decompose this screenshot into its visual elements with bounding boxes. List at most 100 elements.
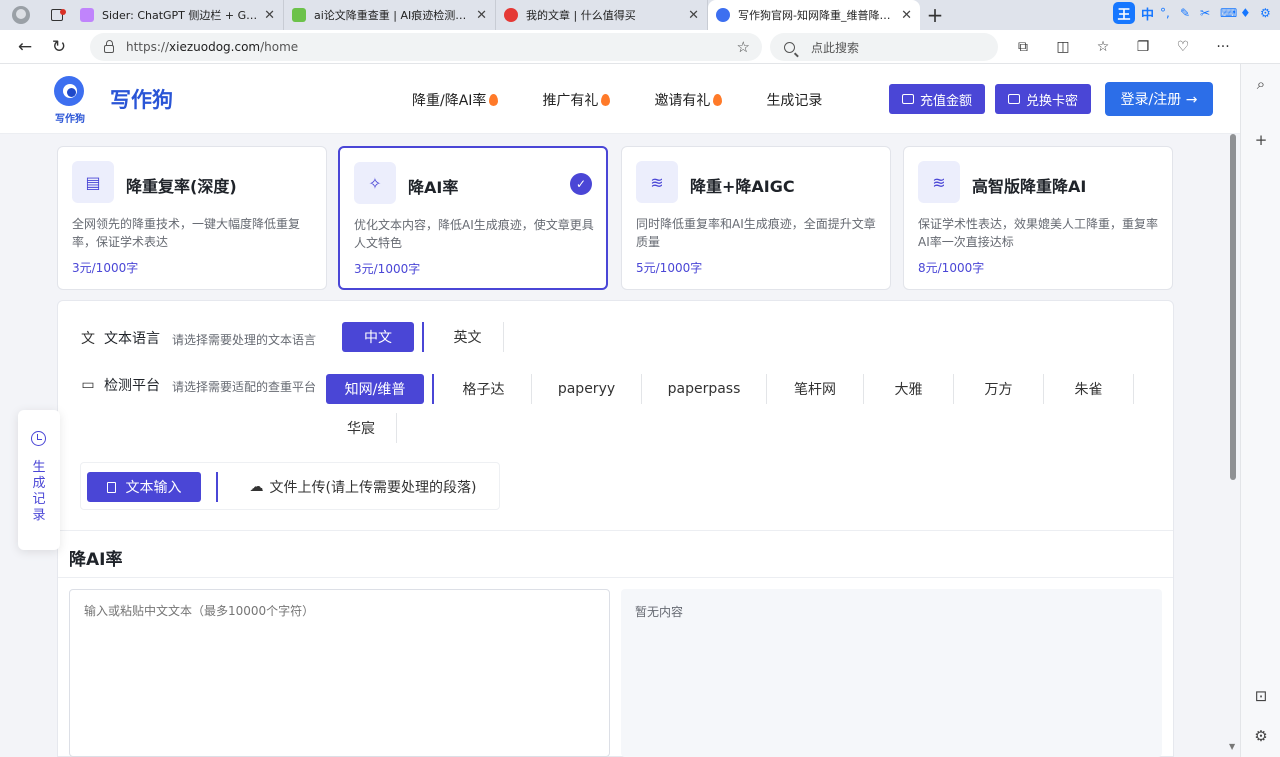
browser-toolbar-icons: ⧉ ◫ ☆ ❐ ♡ ··· [1010, 34, 1236, 60]
tab-actions-icon[interactable] [42, 4, 72, 26]
file-upload-button[interactable]: ☁ 文件上传(请上传需要处理的段落) [240, 472, 486, 502]
empty-result-text: 暂无内容 [635, 605, 684, 619]
pen-icon[interactable]: ✎ [1180, 7, 1194, 19]
browser-tab-xiezuodog[interactable]: 写作狗官网-知网降重_维普降重_ ✕ [708, 0, 920, 30]
language-option-zh[interactable]: 中文 [342, 322, 414, 352]
paper-favicon-icon [292, 8, 306, 22]
nav-reduce-ai[interactable]: 降重/降AI率 [412, 90, 499, 110]
service-card-dedup-deep[interactable]: ▤ 降重复率(深度) 全网领先的降重技术，一键大幅度降低重复率，保证学术表达 3… [57, 146, 327, 290]
keyboard-icon[interactable]: ⌨ [1220, 7, 1237, 19]
ime-extension-icon[interactable]: 王 [1112, 2, 1135, 24]
platform-option-paperpass[interactable]: paperpass [642, 374, 767, 404]
platform-option-huachen[interactable]: 华宸 [326, 413, 397, 443]
text-input-button[interactable]: 文本输入 [87, 472, 201, 502]
history-float-label: 生成记录 [32, 460, 46, 523]
close-tab-icon[interactable]: ✕ [476, 8, 487, 23]
url-field[interactable]: https://xiezuodog.com/home ☆ [90, 33, 762, 61]
close-tab-icon[interactable]: ✕ [901, 8, 912, 23]
site-logo[interactable]: 写作狗 [52, 74, 88, 125]
platform-option-wanfang[interactable]: 万方 [954, 374, 1044, 404]
browser-sidebar: ⌕ + ⊡ ⚙ [1240, 64, 1280, 757]
back-icon[interactable]: ← [8, 32, 42, 62]
fire-icon [489, 94, 499, 106]
more-menu-icon[interactable]: ··· [1210, 34, 1236, 60]
section-title: 降AI率 [69, 550, 123, 570]
platform-label: ▭ 检测平台 [81, 377, 160, 394]
result-panel: 暂无内容 [621, 589, 1162, 757]
brand-name[interactable]: 写作狗 [110, 84, 173, 114]
lock-icon [104, 40, 114, 53]
document-icon: ▤ [72, 161, 114, 203]
split-screen-icon[interactable]: ◫ [1050, 34, 1076, 60]
collections-icon[interactable]: ❐ [1130, 34, 1156, 60]
search-icon [784, 41, 795, 53]
selected-check-icon: ✓ [570, 173, 592, 195]
sider-favicon-icon [80, 8, 94, 22]
language-option-en[interactable]: 英文 [432, 322, 504, 352]
platform-option-cnki[interactable]: 知网/维普 [326, 374, 424, 404]
scroll-down-arrow-icon[interactable]: ▼ [1229, 742, 1235, 751]
divider [58, 577, 1173, 578]
sidebar-settings-icon[interactable]: ⚙ [1251, 726, 1271, 746]
input-mode-divider [216, 472, 218, 502]
close-tab-icon[interactable]: ✕ [264, 8, 275, 23]
nav-history[interactable]: 生成记录 [766, 90, 822, 110]
shirt-icon[interactable]: ♦ [1240, 7, 1254, 19]
redeem-button[interactable]: 兑换卡密 [995, 84, 1091, 114]
extensions-icon[interactable]: ⧉ [1010, 34, 1036, 60]
extension-toolbar: 王 中 °, ✎ ✂ ⌨ ♦ ⚙ [1112, 2, 1274, 24]
scissors-icon[interactable]: ✂ [1200, 7, 1214, 19]
document-icon [106, 481, 116, 493]
sidebar-search-icon[interactable]: ⌕ [1251, 74, 1271, 94]
site-header: 写作狗 写作狗 降重/降AI率 推广有礼 邀请有礼 生成记录 充值金额 兑换卡密… [0, 64, 1240, 134]
history-float-button[interactable]: 生成记录 [18, 410, 60, 550]
service-card-premium[interactable]: ≋ 高智版降重降AI 保证学术性表达，效果媲美人工降重，重复率AI率一次直接达标… [903, 146, 1173, 290]
nav-invite[interactable]: 邀请有礼 [654, 90, 723, 110]
scrollbar-thumb[interactable] [1230, 134, 1236, 480]
browser-search-box[interactable]: 点此搜索 [770, 33, 998, 61]
layers-icon: ≋ [636, 161, 678, 203]
page-scrollbar[interactable]: ▼ [1228, 134, 1238, 757]
smzdm-favicon-icon [504, 8, 518, 22]
close-tab-icon[interactable]: ✕ [688, 8, 699, 23]
language-hint: 请选择需要处理的文本语言 [172, 333, 317, 347]
browser-tab-ai-paper[interactable]: ai论文降重查重 | AI痕迹检测去除 ✕ [284, 0, 496, 30]
performance-icon[interactable]: ♡ [1170, 34, 1196, 60]
new-tab-button[interactable]: + [920, 3, 950, 27]
language-label: 文文本语言 [80, 328, 160, 348]
browser-tab-smzdm[interactable]: 我的文章 | 什么值得买 ✕ [496, 0, 708, 30]
nav-promotion[interactable]: 推广有礼 [542, 90, 611, 110]
sidebar-add-icon[interactable]: + [1251, 130, 1271, 150]
platform-option-bigan[interactable]: 笔杆网 [767, 374, 864, 404]
cloud-upload-icon: ☁ [249, 479, 264, 495]
sparkle-icon: ✧ [354, 162, 396, 204]
gift-icon [1007, 94, 1020, 104]
platform-option-zhuque[interactable]: 朱雀 [1044, 374, 1134, 404]
browser-address-bar: ← ↻ https://xiezuodog.com/home ☆ 点此搜索 ⧉ … [0, 30, 1280, 64]
login-register-button[interactable]: 登录/注册 → [1105, 82, 1213, 116]
favorite-star-icon[interactable]: ☆ [737, 38, 750, 56]
platform-option-paperyy[interactable]: paperyy [532, 374, 642, 404]
service-card-reduce-ai[interactable]: ✧ 降AI率 ✓ 优化文本内容，降低AI生成痕迹，使文章更具人文特色 3元/10… [338, 146, 608, 290]
browser-tab-bar: Sider: ChatGPT 侧边栏 + GPT-4.1 ✕ ai论文降重查重 … [0, 0, 1280, 30]
clock-icon [31, 431, 46, 446]
platform-option-daya[interactable]: 大雅 [864, 374, 954, 404]
profile-avatar[interactable] [8, 4, 34, 26]
refresh-icon[interactable]: ↻ [42, 32, 76, 62]
favorites-icon[interactable]: ☆ [1090, 34, 1116, 60]
layers-icon: ≋ [918, 161, 960, 203]
translate-icon: 文 [81, 331, 95, 347]
wallet-icon [901, 94, 914, 104]
screenshot-icon[interactable]: ⊡ [1251, 686, 1271, 706]
punctuation-icon[interactable]: °, [1160, 7, 1174, 19]
text-input-area[interactable] [69, 589, 610, 757]
browser-tab-sider[interactable]: Sider: ChatGPT 侧边栏 + GPT-4.1 ✕ [72, 0, 284, 30]
ime-language-toggle[interactable]: 中 [1141, 4, 1154, 23]
logo-mark-icon [54, 76, 84, 106]
settings-icon[interactable]: ⚙ [1260, 7, 1274, 19]
recharge-button[interactable]: 充值金额 [889, 84, 985, 114]
platform-option-gezida[interactable]: 格子达 [436, 374, 532, 404]
xiezuodog-favicon-icon [716, 8, 730, 22]
divider [58, 530, 1173, 531]
service-card-dedup-aigc[interactable]: ≋ 降重+降AIGC 同时降低重复率和AI生成痕迹，全面提升文章质量 5元/10… [621, 146, 891, 290]
